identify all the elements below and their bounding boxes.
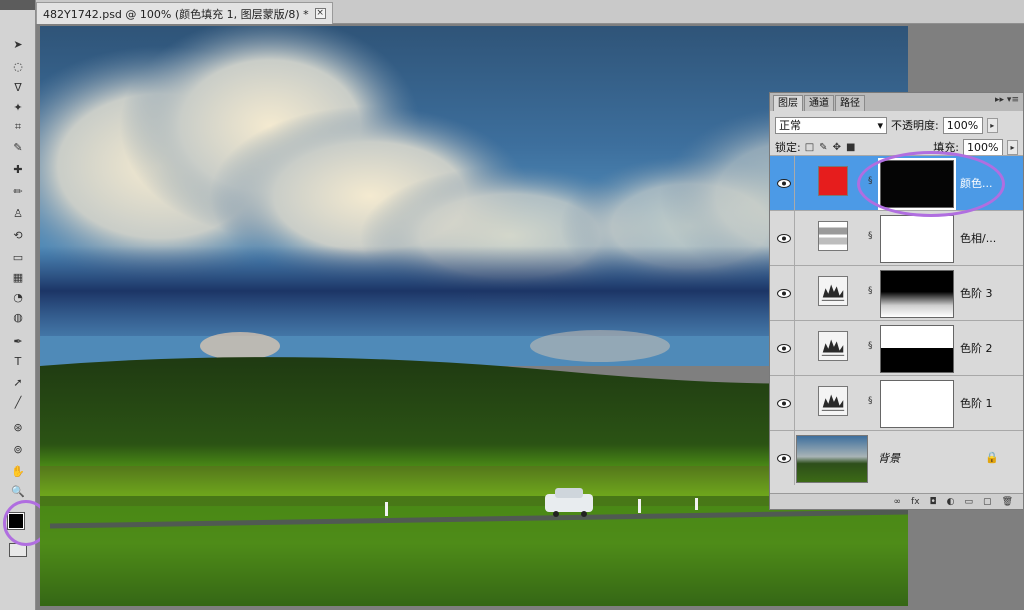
visibility-eye-icon[interactable]	[773, 156, 795, 210]
dodge-tool[interactable]: ◍	[8, 308, 28, 326]
mask-link-icon[interactable]: §	[868, 341, 876, 353]
panel-tab-bar: 图层 通道 路径 ▸▸ ▾≡	[770, 93, 1023, 111]
add-mask-icon[interactable]: ◘	[930, 497, 937, 507]
hand-tool[interactable]: ✋	[8, 462, 28, 480]
lock-transparent-icon[interactable]: □	[805, 142, 814, 153]
layer-name: 色阶 1	[960, 397, 993, 410]
layers-list: § 颜色... § 色相/... § 色阶 3 § 色阶 2 § 色阶 1 背景 🔒	[770, 155, 1023, 485]
fill-input[interactable]: 100%	[963, 138, 1003, 156]
layer-mask-thumbnail[interactable]	[880, 270, 954, 318]
adjustment-thumbnail	[818, 166, 848, 196]
blend-mode-value: 正常	[779, 119, 801, 132]
adjustment-layer-icon[interactable]: ◐	[947, 497, 955, 507]
blend-mode-select[interactable]: 正常 ▾	[775, 116, 887, 134]
blur-tool[interactable]: ◔	[8, 288, 28, 306]
layer-name: 色阶 2	[960, 342, 993, 355]
adjustment-thumbnail	[818, 276, 848, 306]
path-select-tool[interactable]: ➚	[8, 373, 28, 391]
quick-mask-button[interactable]	[9, 543, 27, 557]
document-tab-title: 482Y1742.psd @ 100% (颜色填充 1, 图层蒙版/8) *	[43, 7, 309, 21]
layer-row[interactable]: § 色阶 2	[770, 320, 1023, 375]
layer-mask-thumbnail[interactable]	[880, 215, 954, 263]
link-layers-icon[interactable]: ∞	[894, 497, 902, 507]
fill-slider-button[interactable]: ▸	[1007, 139, 1018, 155]
opacity-label: 不透明度:	[891, 119, 939, 132]
healing-brush-tool[interactable]: ✚	[8, 160, 28, 178]
tab-channels[interactable]: 通道	[804, 95, 834, 111]
layers-panel: 图层 通道 路径 ▸▸ ▾≡ 正常 ▾ 不透明度: 100% ▸ 锁定: □ ✎…	[769, 92, 1024, 510]
layer-name: 背景	[878, 452, 900, 465]
mask-link-icon[interactable]: §	[868, 286, 876, 298]
layer-mask-thumbnail[interactable]	[878, 158, 956, 210]
document-tab[interactable]: 482Y1742.psd @ 100% (颜色填充 1, 图层蒙版/8) * ×	[36, 2, 333, 24]
visibility-eye-icon[interactable]	[773, 431, 795, 485]
lock-all-icon[interactable]: ■	[846, 142, 855, 153]
mask-link-icon[interactable]: §	[868, 231, 876, 243]
toolbar-grip[interactable]	[0, 0, 35, 10]
visibility-eye-icon[interactable]	[773, 376, 795, 430]
brush-tool[interactable]: ✏	[8, 182, 28, 200]
layer-row[interactable]: § 色阶 1	[770, 375, 1023, 430]
layer-name: 色相/...	[960, 232, 997, 245]
panel-menu-icon[interactable]: ▸▸ ▾≡	[995, 95, 1019, 105]
line-tool[interactable]: ╱	[8, 393, 28, 411]
layer-mask-thumbnail[interactable]	[880, 380, 954, 428]
layer-row[interactable]: 背景 🔒	[770, 430, 1023, 485]
visibility-eye-icon[interactable]	[773, 321, 795, 375]
lock-icon: 🔒	[985, 451, 999, 464]
history-brush-tool[interactable]: ⟲	[8, 226, 28, 244]
clone-stamp-tool[interactable]: ♙	[8, 204, 28, 222]
visibility-eye-icon[interactable]	[773, 266, 795, 320]
pen-tool[interactable]: ✒	[8, 332, 28, 350]
move-tool[interactable]: ➤	[8, 35, 28, 53]
opacity-input[interactable]: 100%	[942, 116, 983, 134]
mask-link-icon[interactable]: §	[868, 176, 876, 188]
quick-select-tool[interactable]: ✦	[8, 98, 28, 116]
adjustment-thumbnail	[818, 386, 848, 416]
eyedropper-tool[interactable]: ✎	[8, 138, 28, 156]
type-tool[interactable]: T	[8, 352, 28, 370]
zoom-tool[interactable]: 🔍	[8, 482, 28, 500]
eraser-tool[interactable]: ▭	[8, 248, 28, 266]
close-icon[interactable]: ×	[314, 8, 326, 19]
fill-label: 填充:	[933, 141, 959, 154]
adjustment-thumbnail	[818, 331, 848, 361]
document-tab-bar: 482Y1742.psd @ 100% (颜色填充 1, 图层蒙版/8) * ×	[36, 0, 1024, 24]
layer-row[interactable]: § 颜色...	[770, 155, 1023, 210]
crop-tool[interactable]: ⌗	[8, 118, 28, 136]
new-layer-icon[interactable]: ▢	[983, 497, 992, 507]
layer-style-icon[interactable]: fx	[911, 497, 920, 507]
tab-paths[interactable]: 路径	[835, 95, 865, 111]
foreground-color-swatch[interactable]	[7, 512, 25, 530]
marquee-tool[interactable]: ◌	[8, 57, 28, 75]
3d-orbit-tool[interactable]: ⊚	[8, 440, 28, 458]
photoshop-window: 482Y1742.psd @ 100% (颜色填充 1, 图层蒙版/8) * ×…	[0, 0, 1024, 610]
layer-mask-thumbnail[interactable]	[880, 325, 954, 373]
layer-row[interactable]: § 色相/...	[770, 210, 1023, 265]
opacity-slider-button[interactable]: ▸	[986, 117, 998, 133]
layer-name: 色阶 3	[960, 287, 993, 300]
tab-layers[interactable]: 图层	[773, 95, 803, 111]
layer-name: 颜色...	[960, 177, 993, 190]
lock-position-icon[interactable]: ✥	[833, 142, 841, 153]
gradient-tool[interactable]: ▦	[8, 268, 28, 286]
panel-footer: ∞ fx ◘ ◐ ▭ ▢ 🗑	[770, 493, 1023, 509]
blend-row: 正常 ▾ 不透明度: 100% ▸	[770, 114, 1023, 136]
group-icon[interactable]: ▭	[965, 497, 974, 507]
trash-icon[interactable]: 🗑	[1002, 497, 1013, 507]
lasso-tool[interactable]: ᐁ	[8, 78, 28, 96]
lock-pixels-icon[interactable]: ✎	[819, 142, 827, 153]
3d-rotate-tool[interactable]: ⊛	[8, 418, 28, 436]
adjustment-thumbnail	[818, 221, 848, 251]
mask-link-icon[interactable]: §	[868, 396, 876, 408]
chevron-down-icon: ▾	[877, 118, 883, 132]
lock-label: 锁定:	[775, 141, 801, 154]
layer-thumbnail	[796, 435, 868, 483]
layer-row[interactable]: § 色阶 3	[770, 265, 1023, 320]
visibility-eye-icon[interactable]	[773, 211, 795, 265]
tools-panel: ➤ ◌ ᐁ ✦ ⌗ ✎ ✚ ✏ ♙ ⟲ ▭ ▦ ◔ ◍ ✒ T ➚ ╱ ⊛ ⊚ ✋ 🔍	[0, 0, 36, 610]
